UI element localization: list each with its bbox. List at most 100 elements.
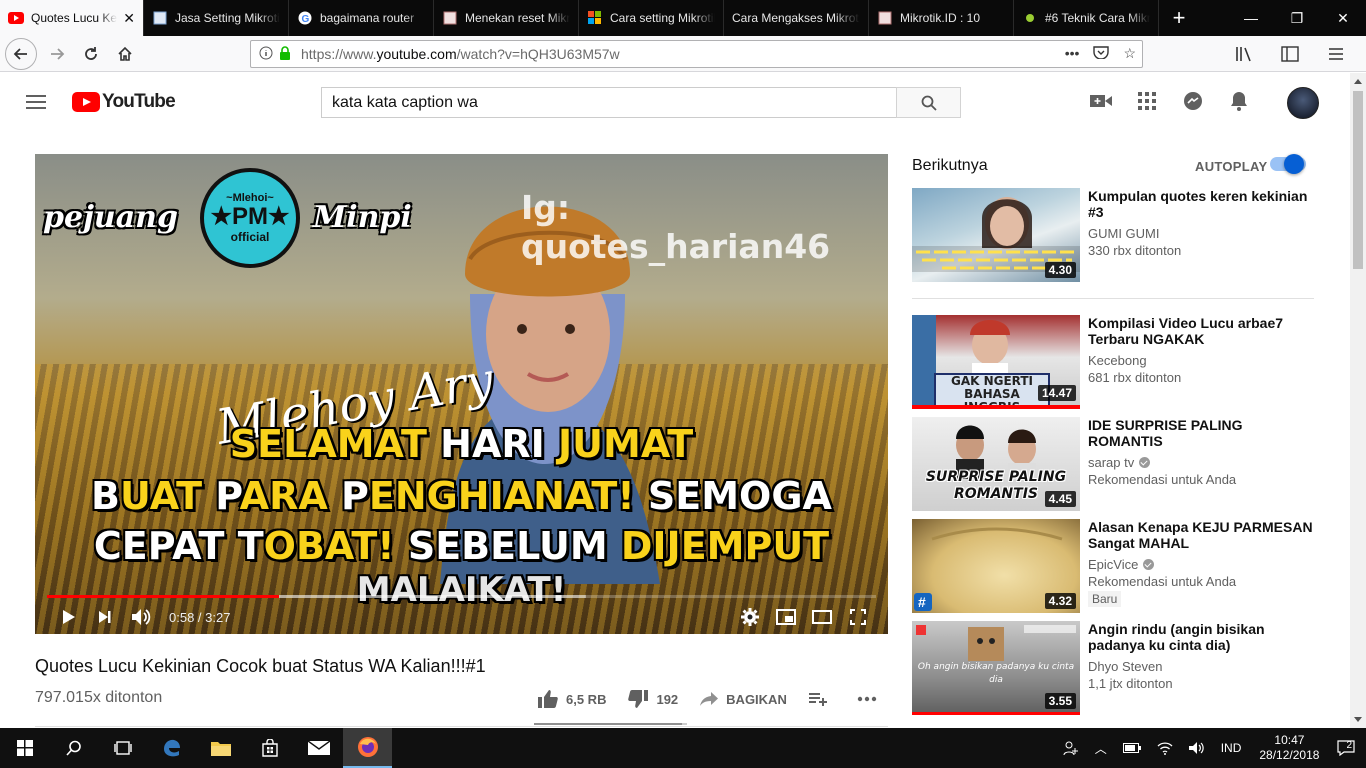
page-icon: [877, 10, 893, 26]
search-input[interactable]: kata kata caption wa: [321, 87, 897, 118]
recommendation-item[interactable]: 4.30 Kumpulan quotes keren kekinian #3 G…: [912, 188, 1352, 282]
start-button[interactable]: [0, 728, 49, 768]
address-bar[interactable]: https://www.youtube.com/watch?v=hQH3U63M…: [250, 40, 1143, 68]
apps-grid-icon[interactable]: [1136, 90, 1158, 112]
volume-icon[interactable]: [1181, 741, 1213, 755]
taskbar-edge[interactable]: [147, 728, 196, 768]
recommendation-title[interactable]: Kumpulan quotes keren kekinian #3: [1088, 188, 1318, 220]
task-view-button[interactable]: [98, 728, 147, 768]
account-avatar[interactable]: [1287, 87, 1319, 119]
play-button[interactable]: [51, 600, 87, 634]
taskbar-file-explorer[interactable]: [196, 728, 245, 768]
new-tab-button[interactable]: +: [1159, 0, 1199, 36]
action-center-button[interactable]: 2: [1329, 740, 1366, 756]
scrollbar-thumb[interactable]: [1353, 91, 1363, 269]
miniplayer-button[interactable]: [768, 600, 804, 634]
wifi-icon[interactable]: [1149, 741, 1181, 755]
pocket-icon[interactable]: [1093, 45, 1110, 62]
window-controls: — ❐ ✕: [1228, 0, 1366, 36]
recommendation-title[interactable]: Kompilasi Video Lucu arbae7 Terbaru NGAK…: [1088, 315, 1318, 347]
scroll-up-arrow-icon[interactable]: [1354, 79, 1362, 84]
miniplayer-icon: [776, 609, 796, 625]
tab-menekan-reset[interactable]: Menekan reset Mikrotik: [434, 0, 579, 36]
save-to-playlist-button[interactable]: [808, 692, 835, 706]
recommendation-item[interactable]: SURPRISE PALING ROMANTIS 4.45 IDE SURPRI…: [912, 417, 1352, 511]
scroll-down-arrow-icon[interactable]: [1354, 717, 1362, 722]
autoplay-label: AUTOPLAY: [1195, 159, 1268, 174]
youtube-logo[interactable]: YouTube: [72, 91, 176, 113]
tray-chevron-up-icon[interactable]: ︿: [1087, 740, 1115, 757]
theater-mode-button[interactable]: [804, 600, 840, 634]
sidebar-icon[interactable]: [1274, 38, 1306, 70]
reload-button[interactable]: [75, 38, 107, 70]
tab-mikrotik-id[interactable]: Mikrotik.ID : 10: [869, 0, 1014, 36]
battery-icon[interactable]: [1115, 743, 1149, 753]
library-icon[interactable]: [1228, 38, 1260, 70]
recommendation-item[interactable]: Oh angin bisikan padanya ku cinta dia 3.…: [912, 621, 1352, 715]
bookmark-star-icon[interactable]: ☆: [1123, 45, 1136, 62]
taskbar-store[interactable]: [245, 728, 294, 768]
input-language[interactable]: IND: [1213, 741, 1250, 755]
video-progress-bar[interactable]: [47, 595, 876, 598]
home-button[interactable]: [109, 38, 141, 70]
close-tab-icon[interactable]: ✕: [123, 10, 135, 27]
channel-name[interactable]: Kecebong: [1088, 353, 1318, 368]
info-icon[interactable]: [259, 46, 273, 63]
like-button[interactable]: 6,5 RB: [538, 690, 606, 708]
system-clock[interactable]: 10:47 28/12/2018: [1249, 733, 1329, 763]
channel-name[interactable]: EpicVice: [1088, 557, 1318, 572]
notifications-bell-icon[interactable]: [1228, 90, 1250, 112]
recommendation-title[interactable]: Alasan Kenapa KEJU PARMESAN Sangat MAHAL: [1088, 519, 1318, 551]
settings-button[interactable]: [732, 600, 768, 634]
people-icon[interactable]: [1055, 740, 1087, 756]
forward-button[interactable]: [41, 38, 73, 70]
channel-name[interactable]: Dhyo Steven: [1088, 659, 1318, 674]
tab-jasa-setting[interactable]: Jasa Setting Mikrotik: [144, 0, 289, 36]
page-actions-icon[interactable]: •••: [1065, 45, 1080, 62]
messages-icon[interactable]: [1182, 90, 1204, 112]
badge-bottom-text: official: [230, 230, 270, 244]
recommendation-item[interactable]: GAK NGERTI BAHASA INGGRIS 14.47 Kompilas…: [912, 315, 1352, 409]
guide-menu-icon[interactable]: [26, 95, 46, 109]
share-label: BAGIKAN: [726, 691, 787, 707]
mail-icon: [307, 741, 330, 755]
new-badge: Baru: [1088, 591, 1122, 607]
page-scrollbar[interactable]: [1350, 73, 1366, 728]
search-button[interactable]: [896, 87, 961, 118]
tab-youtube[interactable]: Quotes Lucu Kekinian Cocok buat Status W…: [0, 0, 144, 36]
store-bag-icon: [261, 739, 278, 757]
dislike-button[interactable]: 192: [628, 690, 678, 708]
video-thumbnail[interactable]: # 4.32: [912, 519, 1080, 613]
channel-name[interactable]: GUMI GUMI: [1088, 226, 1318, 241]
minimize-button[interactable]: —: [1228, 0, 1274, 36]
autoplay-toggle[interactable]: [1270, 154, 1306, 174]
next-button[interactable]: [87, 600, 123, 634]
share-button[interactable]: BAGIKAN: [700, 692, 787, 707]
taskbar-search-button[interactable]: [49, 728, 98, 768]
create-video-icon[interactable]: [1090, 90, 1112, 112]
video-thumbnail[interactable]: SURPRISE PALING ROMANTIS 4.45: [912, 417, 1080, 511]
taskbar-firefox[interactable]: [343, 728, 392, 768]
close-window-button[interactable]: ✕: [1320, 0, 1366, 36]
menu-icon[interactable]: [1320, 38, 1352, 70]
taskbar-mail[interactable]: [294, 728, 343, 768]
recommendation-meta: Alasan Kenapa KEJU PARMESAN Sangat MAHAL…: [1088, 519, 1318, 608]
recommendation-title[interactable]: IDE SURPRISE PALING ROMANTIS: [1088, 417, 1318, 449]
volume-button[interactable]: [123, 600, 159, 634]
fullscreen-button[interactable]: [840, 600, 876, 634]
recommendation-item[interactable]: # 4.32 Alasan Kenapa KEJU PARMESAN Sanga…: [912, 519, 1352, 613]
video-thumbnail[interactable]: GAK NGERTI BAHASA INGGRIS 14.47: [912, 315, 1080, 409]
back-button[interactable]: [5, 37, 37, 70]
video-player[interactable]: pejuang ~Mlehoi~ ★PM★ official Minpi Ig:…: [35, 154, 888, 634]
restore-button[interactable]: ❐: [1274, 0, 1320, 36]
video-thumbnail[interactable]: Oh angin bisikan padanya ku cinta dia 3.…: [912, 621, 1080, 715]
more-actions-button[interactable]: [857, 696, 885, 702]
tab-teknik-cara[interactable]: #6 Teknik Cara Mikrotik: [1014, 0, 1159, 36]
tab-cara-setting[interactable]: Cara setting Mikrotik: [579, 0, 724, 36]
recommendation-title[interactable]: Angin rindu (angin bisikan padanya ku ci…: [1088, 621, 1318, 653]
channel-name[interactable]: sarap tv: [1088, 455, 1318, 470]
tab-google[interactable]: G bagaimana router: [289, 0, 434, 36]
video-thumbnail[interactable]: 4.30: [912, 188, 1080, 282]
tab-cara-mengakses[interactable]: Cara Mengakses Mikrotik: [724, 0, 869, 36]
lock-icon[interactable]: [279, 45, 291, 63]
